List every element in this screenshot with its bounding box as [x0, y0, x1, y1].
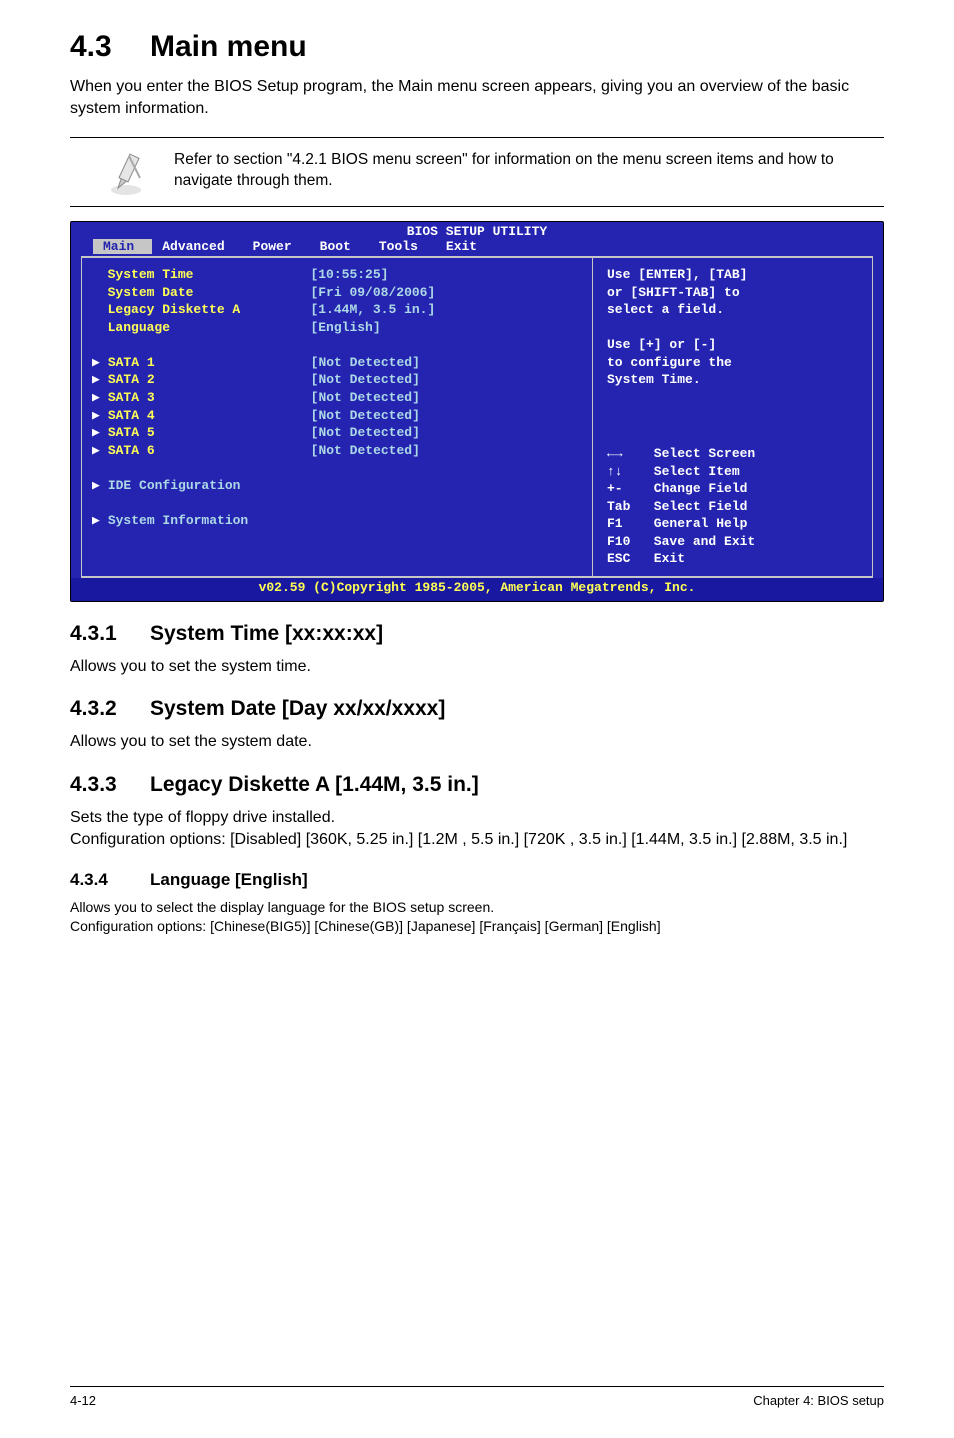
- subsection-433-body2: Configuration options: [Disabled] [360K,…: [70, 829, 884, 851]
- note-block: Refer to section "4.2.1 BIOS menu screen…: [70, 137, 884, 207]
- bios-row: [92, 459, 588, 477]
- bios-help-row: ←→ Select Screen: [607, 445, 862, 463]
- bios-help-row: Tab Select Field: [607, 498, 862, 516]
- subsection-number: 4.3.3: [70, 773, 150, 797]
- bios-row: ▶ SATA 2 [Not Detected]: [92, 371, 588, 389]
- bios-help-row: +- Change Field: [607, 480, 862, 498]
- bios-help-row: ESC Exit: [607, 550, 862, 568]
- bios-row: ▶ IDE Configuration: [92, 477, 588, 495]
- subsection-title: Legacy Diskette A [1.44M, 3.5 in.]: [150, 773, 479, 796]
- section-number: 4.3: [70, 30, 150, 64]
- bios-help-row: F1 General Help: [607, 515, 862, 533]
- subsection-431-body: Allows you to set the system time.: [70, 656, 884, 678]
- bios-menu-tools: Tools: [369, 239, 436, 254]
- bios-menu-boot: Boot: [310, 239, 369, 254]
- bios-menu-main: Main: [93, 239, 152, 254]
- bios-row: ▶ SATA 4 [Not Detected]: [92, 407, 588, 425]
- bios-row: ▶ SATA 1 [Not Detected]: [92, 354, 588, 372]
- subsection-title: System Time [xx:xx:xx]: [150, 622, 383, 645]
- bios-row: Legacy Diskette A [1.44M, 3.5 in.]: [92, 301, 588, 319]
- pencil-icon: [110, 150, 156, 196]
- bios-screenshot: BIOS SETUP UTILITY Main Advanced Power B…: [70, 221, 884, 602]
- bios-row: ▶ SATA 5 [Not Detected]: [92, 424, 588, 442]
- subsection-434-body2: Configuration options: [Chinese(BIG5)] […: [70, 917, 884, 936]
- section-heading: 4.3Main menu: [70, 30, 884, 64]
- subsection-433-body1: Sets the type of floppy drive installed.: [70, 807, 884, 829]
- bios-help-top: Use [ENTER], [TAB] or [SHIFT-TAB] to sel…: [607, 266, 862, 389]
- bios-right-pane: Use [ENTER], [TAB] or [SHIFT-TAB] to sel…: [592, 257, 873, 577]
- bios-menu-advanced: Advanced: [152, 239, 242, 254]
- subsection-number: 4.3.4: [70, 870, 150, 890]
- bios-row: ▶ System Information: [92, 512, 588, 530]
- bios-body: System Time [10:55:25] System Date [Fri …: [81, 256, 873, 578]
- bios-left-pane: System Time [10:55:25] System Date [Fri …: [81, 257, 592, 577]
- bios-row: [92, 336, 588, 354]
- bios-footer: v02.59 (C)Copyright 1985-2005, American …: [71, 578, 883, 601]
- section-title-text: Main menu: [150, 30, 307, 63]
- subsection-433: 4.3.3Legacy Diskette A [1.44M, 3.5 in.]: [70, 773, 884, 797]
- bios-title: BIOS SETUP UTILITY: [71, 222, 883, 239]
- subsection-432: 4.3.2System Date [Day xx/xx/xxxx]: [70, 697, 884, 721]
- bios-help-row: F10 Save and Exit: [607, 533, 862, 551]
- subsection-434: 4.3.4Language [English]: [70, 870, 884, 890]
- bios-row: System Time [10:55:25]: [92, 266, 588, 284]
- note-text: Refer to section "4.2.1 BIOS menu screen…: [174, 148, 884, 192]
- subsection-title: System Date [Day xx/xx/xxxx]: [150, 697, 445, 720]
- bios-row: [92, 494, 588, 512]
- bios-menu-exit: Exit: [436, 239, 495, 254]
- bios-menu-power: Power: [243, 239, 310, 254]
- chapter-label: Chapter 4: BIOS setup: [753, 1393, 884, 1408]
- bios-row: Language [English]: [92, 319, 588, 337]
- page-number: 4-12: [70, 1393, 96, 1408]
- bios-help-row: ↑↓ Select Item: [607, 463, 862, 481]
- bios-row: ▶ SATA 6 [Not Detected]: [92, 442, 588, 460]
- subsection-number: 4.3.1: [70, 622, 150, 646]
- intro-paragraph: When you enter the BIOS Setup program, t…: [70, 76, 884, 119]
- subsection-number: 4.3.2: [70, 697, 150, 721]
- bios-help-keys: ←→ Select Screen↑↓ Select Item+- Change …: [607, 445, 862, 568]
- bios-row: System Date [Fri 09/08/2006]: [92, 284, 588, 302]
- subsection-title: Language [English]: [150, 870, 308, 889]
- page-footer: 4-12 Chapter 4: BIOS setup: [70, 1386, 884, 1408]
- subsection-434-body1: Allows you to select the display languag…: [70, 898, 884, 917]
- subsection-431: 4.3.1System Time [xx:xx:xx]: [70, 622, 884, 646]
- bios-menubar: Main Advanced Power Boot Tools Exit: [71, 239, 883, 254]
- bios-row: ▶ SATA 3 [Not Detected]: [92, 389, 588, 407]
- subsection-432-body: Allows you to set the system date.: [70, 731, 884, 753]
